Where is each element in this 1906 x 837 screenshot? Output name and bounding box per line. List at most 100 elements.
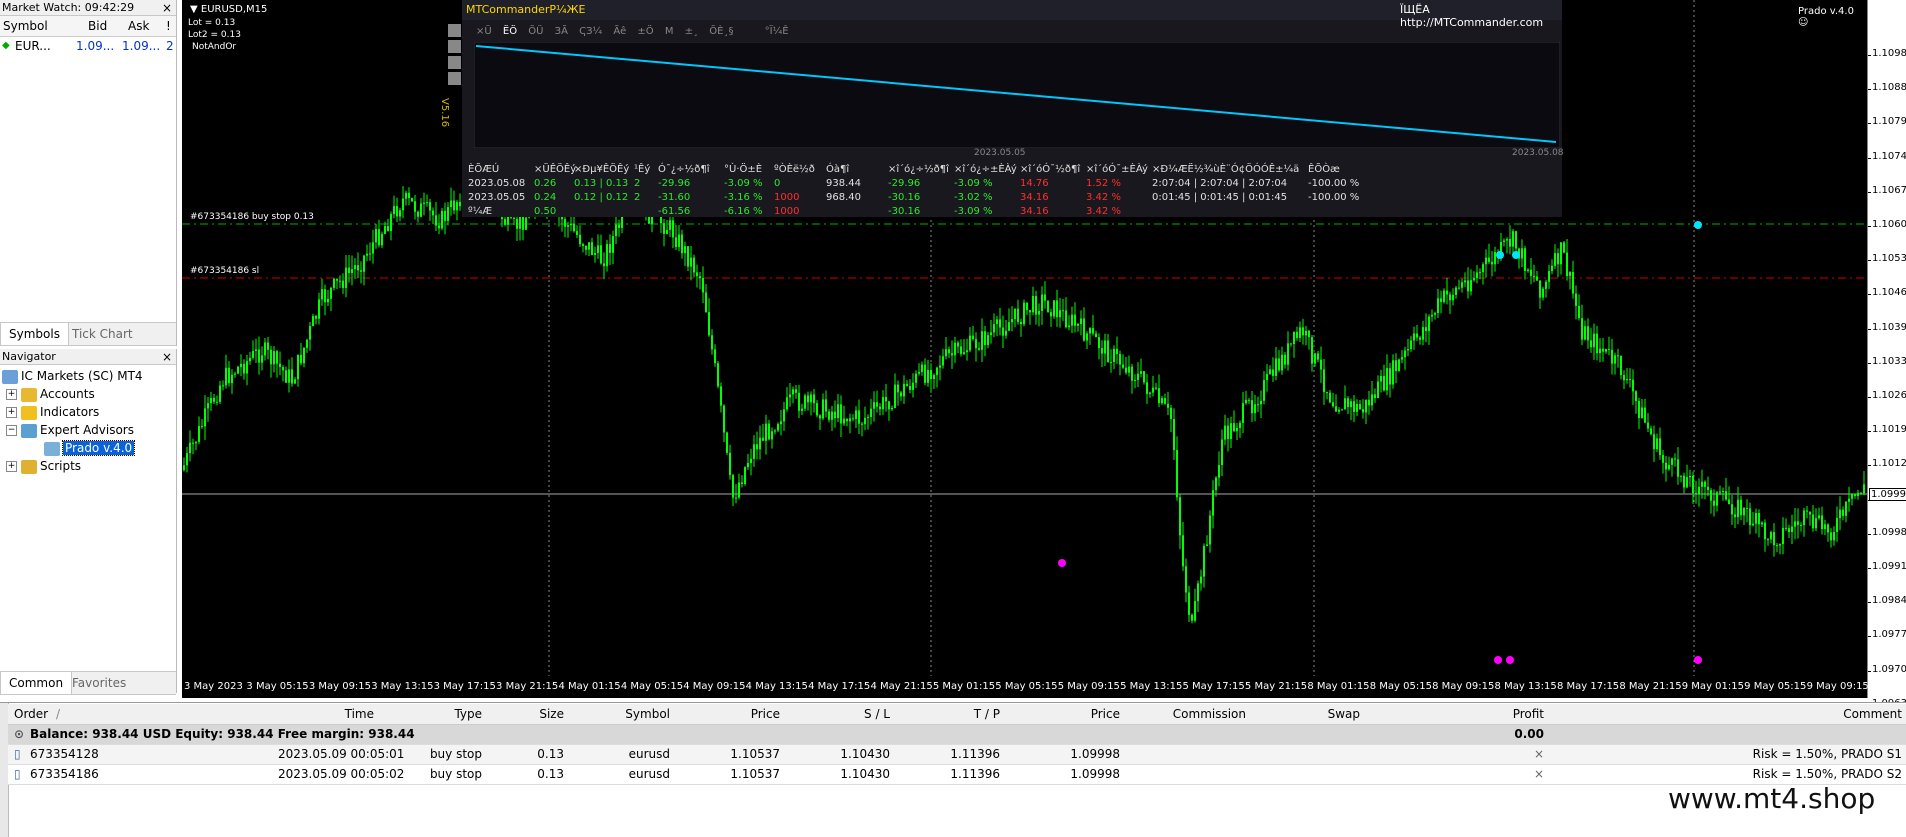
collapse-icon[interactable]: − <box>6 425 17 436</box>
candle-body <box>1107 340 1109 363</box>
price-tick-mark <box>1868 533 1871 535</box>
col-current-price[interactable]: Price <box>1028 704 1120 724</box>
order-price: 1.10537 <box>730 767 780 781</box>
col-price[interactable]: Price <box>688 704 780 724</box>
expand-icon[interactable]: + <box>6 389 17 400</box>
collapse-icon[interactable]: ⊙ <box>14 725 24 744</box>
help-icon[interactable] <box>448 40 461 53</box>
menu-item[interactable]: M <box>665 26 674 37</box>
menu-item[interactable]: ×Ü <box>476 26 492 37</box>
candle-body <box>1308 330 1310 338</box>
col-time[interactable]: Time <box>278 704 374 724</box>
col-ask[interactable]: Ask <box>128 16 149 36</box>
candle-body <box>1056 300 1058 318</box>
candle-body <box>1122 364 1124 368</box>
candle-body <box>1131 366 1133 381</box>
price-axis[interactable]: 1.10980 1.10885 1.10790 1.10740 1.10675 1.106… <box>1867 0 1906 709</box>
col-commission[interactable]: Commission <box>1138 704 1246 724</box>
order-icon[interactable]: ▯ <box>14 765 21 784</box>
candle-body <box>1386 368 1388 391</box>
close-order-icon[interactable]: × <box>1532 765 1544 784</box>
candle-body <box>1608 348 1610 350</box>
col-tp[interactable]: T / P <box>908 704 1000 724</box>
candle-body <box>1494 252 1496 265</box>
candle-body <box>309 326 311 340</box>
menu-item[interactable]: ÕÈ¸§ <box>709 26 733 37</box>
col-sl[interactable]: S / L <box>798 704 890 724</box>
menu-item[interactable]: ±¸ <box>685 26 698 37</box>
candle-body <box>696 272 698 277</box>
chart-menu-icon[interactable]: ▼ <box>190 4 198 15</box>
market-watch-panel: Market Watch: 09:42:29 × Symbol Bid Ask … <box>0 0 177 346</box>
order-row[interactable]: ▯ 673354186 2023.05.09 00:05:02 buy stop 0.1… <box>8 765 1906 785</box>
expand-icon[interactable]: + <box>6 407 17 418</box>
candle-body <box>1161 398 1163 404</box>
chart-icon[interactable] <box>448 72 461 85</box>
candle-body <box>573 223 575 232</box>
menu-item[interactable]: ЗÃ <box>555 26 568 37</box>
candle-body <box>1398 359 1400 371</box>
candle-body <box>189 442 191 454</box>
col-order[interactable]: Order <box>14 704 48 724</box>
price-tick-mark <box>1868 89 1871 91</box>
nav-prado-ea[interactable]: Prado v.4.0 <box>44 439 136 457</box>
info-col-header: °Ù·Ö±È <box>724 164 763 175</box>
candle-body <box>1710 490 1712 501</box>
col-swap[interactable]: Swap <box>1268 704 1360 724</box>
candle-body <box>615 224 617 237</box>
time-tick: 8 May 05:15 <box>1369 681 1432 692</box>
candle-body <box>1611 349 1613 364</box>
tab-tick-chart[interactable]: Tick Chart <box>64 323 141 345</box>
sort-icon[interactable]: / <box>56 704 60 724</box>
close-icon[interactable]: × <box>162 0 172 16</box>
candle-body <box>1572 272 1574 294</box>
time-tick: 3 May 13:15 <box>371 681 434 692</box>
nav-accounts[interactable]: + Accounts <box>6 385 95 403</box>
nav-indicators[interactable]: + Indicators <box>6 403 99 421</box>
candle-body <box>444 210 446 221</box>
col-spread[interactable]: ! <box>166 16 171 36</box>
col-comment[interactable]: Comment <box>1788 704 1902 724</box>
col-bid[interactable]: Bid <box>88 16 107 36</box>
candle-body <box>1431 314 1433 317</box>
menu-item[interactable]: ЁÖ <box>503 26 517 37</box>
order-row[interactable]: ▯ 673354128 2023.05.09 00:05:01 buy stop 0.1… <box>8 745 1906 765</box>
symbol-row[interactable]: ◆ EUR... 1.09... 1.09... 2 <box>0 37 176 55</box>
menu-item[interactable]: Ãê <box>613 26 626 37</box>
price-chart[interactable]: ▼ EURUSD,M15 Lot = 0.13 Lot2 = 0.13 NotA… <box>182 0 1867 698</box>
candle-body <box>807 395 809 403</box>
nav-expert-advisors[interactable]: − Expert Advisors <box>6 421 134 439</box>
close-icon[interactable] <box>448 24 461 37</box>
close-icon[interactable]: × <box>162 349 172 365</box>
tab-common[interactable]: Common <box>0 672 73 694</box>
tab-favorites[interactable]: Favorites <box>64 672 134 694</box>
nav-scripts[interactable]: + Scripts <box>6 457 81 475</box>
settings-icon[interactable] <box>448 56 461 69</box>
candle-body <box>417 211 419 217</box>
candle-body <box>1842 509 1844 516</box>
tab-symbols[interactable]: Symbols <box>0 323 69 345</box>
candle-body <box>1464 280 1466 283</box>
close-order-icon[interactable]: × <box>1532 745 1544 764</box>
order-icon[interactable]: ▯ <box>14 745 21 764</box>
expand-icon[interactable]: + <box>6 461 17 472</box>
col-type[interactable]: Type <box>408 704 482 724</box>
candle-body <box>210 397 212 404</box>
menu-item[interactable]: ÕÜ <box>528 26 543 37</box>
menu-item[interactable]: ҀЗ¼ <box>579 26 602 37</box>
col-profit[interactable]: Profit <box>1448 704 1544 724</box>
info-cell: 2 <box>634 192 641 203</box>
col-symbol[interactable]: Symbol <box>3 16 48 36</box>
col-symbol[interactable]: Symbol <box>578 704 670 724</box>
nav-account-root[interactable]: IC Markets (SC) MT4 <box>2 367 143 385</box>
candle-body <box>315 316 317 319</box>
candle-body <box>1077 324 1079 326</box>
col-size[interactable]: Size <box>488 704 564 724</box>
menu-item[interactable]: ±Ö <box>637 26 653 37</box>
candle-body <box>1137 373 1139 380</box>
menu-item[interactable]: °Ï¼Ê <box>765 26 789 37</box>
candle-body <box>1299 327 1301 338</box>
price-tick: 1.10190 <box>1872 424 1906 436</box>
info-url[interactable]: ЇЩЁА http://MTCommander.com <box>1400 3 1562 29</box>
candle-body <box>1350 401 1352 408</box>
